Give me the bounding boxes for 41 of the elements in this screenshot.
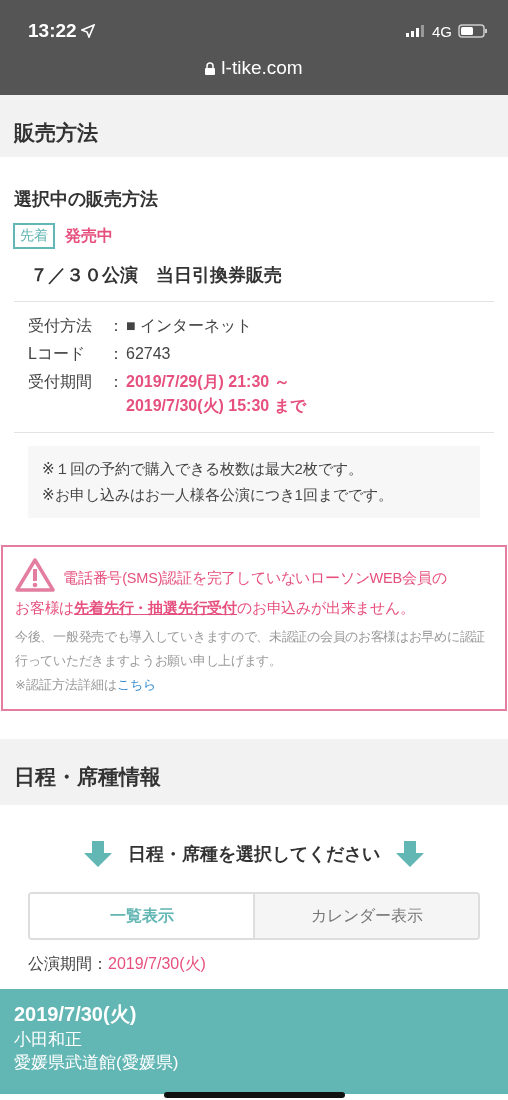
warning-icon <box>15 557 55 593</box>
performance-card[interactable]: 2019/7/30(火) 小田和正 愛媛県武道館(愛媛県) <box>0 989 508 1094</box>
sale-status: 発売中 <box>65 225 113 246</box>
signal-icon <box>406 25 426 37</box>
section-heading: 日程・席種情報 <box>14 764 162 790</box>
detail-label: 受付方法 <box>28 316 93 336</box>
address-bar-url[interactable]: l-tike.com <box>221 57 303 79</box>
period-value: 2019/7/30(火) <box>108 955 206 972</box>
subsection-heading: 選択中の販売方法 <box>14 188 159 211</box>
detail-colon: ： <box>108 344 125 364</box>
notice-text: ※１回の予約で購入できる枚数は最大2枚です。 <box>42 459 364 479</box>
down-arrow-icon <box>396 841 424 867</box>
lock-icon <box>205 61 216 75</box>
network-type: 4G <box>432 22 452 40</box>
warning-message: お客様は先着先行・抽選先行受付のお申込みが出来ません。 <box>15 599 416 618</box>
detail-value: 62743 <box>126 344 171 364</box>
warning-footer: ※認証方法詳細はこちら <box>15 673 493 697</box>
detail-colon: ： <box>108 316 125 336</box>
notice-text: ※お申し込みはお一人様各公演につき1回までです。 <box>42 485 394 505</box>
performance-artist: 小田和正 <box>14 1029 83 1051</box>
detail-value: 2019/7/29(月) 21:30 ～ <box>126 372 291 392</box>
detail-colon: ： <box>108 372 125 392</box>
location-arrow-icon <box>80 24 95 38</box>
detail-value: 2019/7/30(火) 15:30 まで <box>126 396 306 416</box>
details-link[interactable]: こちら <box>116 677 156 692</box>
sale-title: ７／３０公演 当日引換券販売 <box>14 249 494 302</box>
view-tab[interactable]: カレンダー表示 <box>253 894 478 938</box>
down-arrow-icon <box>84 841 112 867</box>
detail-label: Lコード <box>28 344 86 364</box>
warning-link[interactable]: 先着先行・抽選先行受付 <box>74 600 237 616</box>
warning-headline: 電話番号(SMS)認証を完了していないローソンWEB会員の <box>63 569 447 588</box>
sale-type-tag: 先着 <box>13 223 55 249</box>
period-label: 公演期間： <box>28 955 108 972</box>
performance-venue: 愛媛県武道館(愛媛県) <box>14 1052 180 1074</box>
performance-date: 2019/7/30(火) <box>14 1002 138 1027</box>
instruction-text: 日程・席種を選択してください <box>128 843 380 866</box>
status-time: 13:22 <box>28 20 77 42</box>
section-heading: 販売方法 <box>14 120 99 146</box>
detail-value: ■ インターネット <box>126 316 253 336</box>
detail-label: 受付期間 <box>28 372 93 392</box>
battery-icon <box>458 24 488 38</box>
